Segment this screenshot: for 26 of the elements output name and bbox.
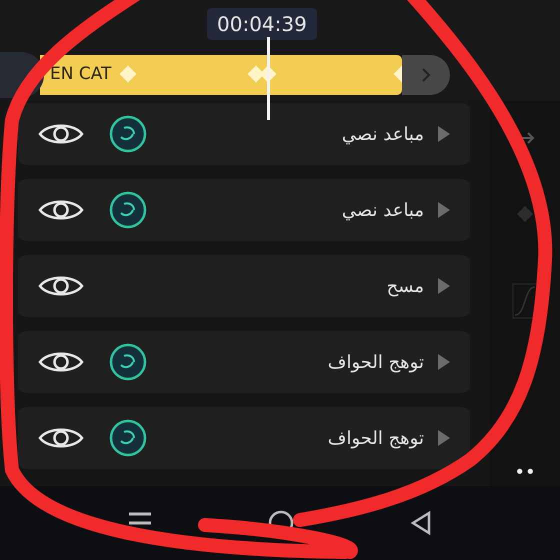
layer-name: مباعد نصي	[342, 122, 424, 147]
back-icon[interactable]	[409, 510, 433, 536]
timecode: 00:04:39	[207, 8, 317, 40]
layer-row[interactable]: توهج الحواف	[18, 407, 470, 470]
expand-icon[interactable]	[438, 278, 450, 294]
video-clip[interactable]: EN CAT	[40, 55, 402, 95]
expand-icon[interactable]	[438, 430, 450, 446]
expand-icon[interactable]	[438, 354, 450, 370]
layer-row[interactable]: مباعد نصي	[18, 179, 470, 242]
clip-label: EN CAT	[50, 63, 112, 86]
expand-icon[interactable]	[438, 126, 450, 142]
layer-name: مباعد نصي	[342, 198, 424, 223]
curve-icon[interactable]	[512, 283, 538, 320]
layer-row[interactable]: مسح	[18, 255, 470, 318]
layer-name: توهج الحواف	[328, 350, 424, 375]
effect-icon	[109, 115, 147, 154]
expand-icon[interactable]	[438, 202, 450, 218]
chevron-right-icon	[421, 67, 431, 83]
layer-name: مسح	[386, 274, 424, 299]
layer-name: توهج الحواف	[328, 426, 424, 451]
effect-icon	[109, 191, 147, 230]
layer-row[interactable]: توهج الحواف	[18, 331, 470, 394]
layer-row[interactable]: مباعد نصي	[18, 103, 470, 166]
effect-icon	[109, 419, 147, 458]
more-button[interactable]: ••	[514, 459, 536, 486]
effect-icon	[109, 343, 147, 382]
